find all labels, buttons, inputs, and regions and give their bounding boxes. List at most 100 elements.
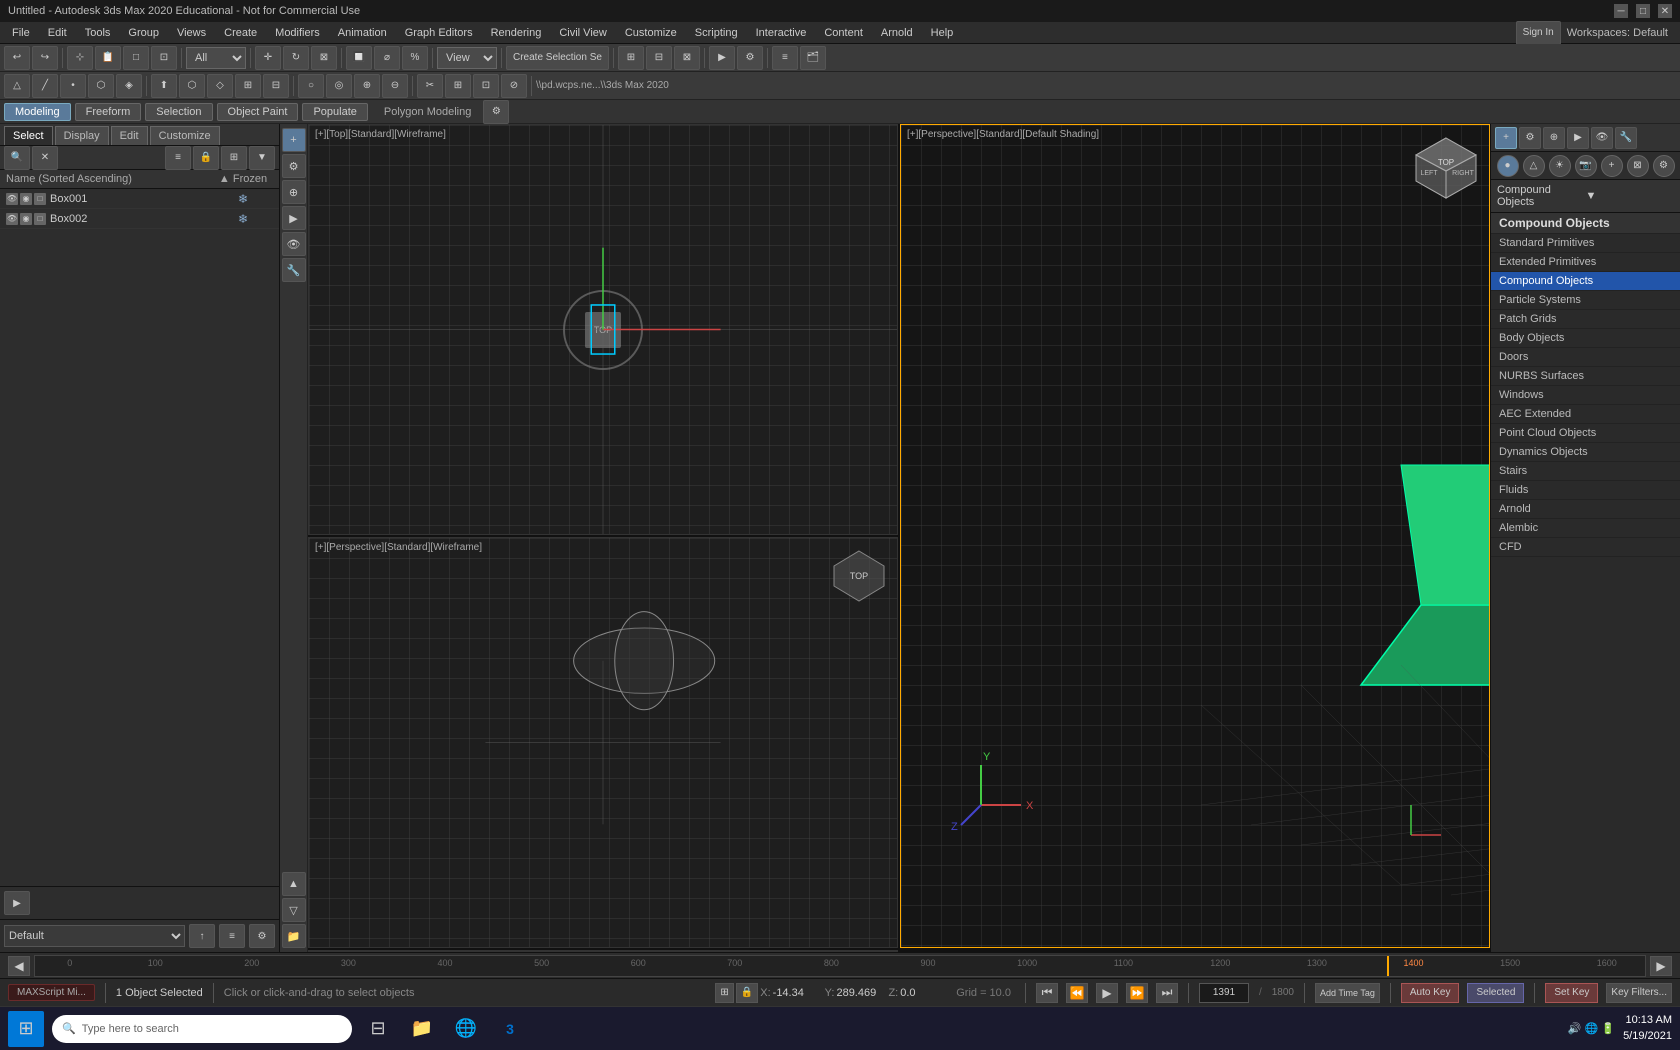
viewport-top[interactable]: [+][Top][Standard][Wireframe] TOP [308, 124, 898, 535]
search-bar[interactable]: 🔍 Type here to search [52, 1015, 352, 1043]
nav-shape-icon[interactable]: △ [1523, 155, 1545, 177]
modify-icon-btn[interactable]: ⚙ [282, 154, 306, 178]
element-button[interactable]: ◈ [116, 74, 142, 98]
cat-doors[interactable]: Doors [1491, 348, 1680, 367]
cat-stairs[interactable]: Stairs [1491, 462, 1680, 481]
nav-helper-icon[interactable]: + [1601, 155, 1623, 177]
create-panel-icon[interactable]: + [1495, 127, 1517, 149]
hierarchy-panel-icon[interactable]: ⊕ [1543, 127, 1565, 149]
mirror-button[interactable]: ⊟ [646, 46, 672, 70]
menu-content[interactable]: Content [816, 25, 871, 41]
polygon-button[interactable]: △ [4, 74, 30, 98]
viewport-perspective-main[interactable]: [+][Perspective][Standard][Default Shadi… [900, 124, 1490, 948]
create-selection-button[interactable]: Create Selection Se [506, 46, 609, 70]
loop-button[interactable]: ○ [298, 74, 324, 98]
cat-compound-objects[interactable]: Compound Objects [1491, 272, 1680, 291]
cat-patch-grids[interactable]: Patch Grids [1491, 310, 1680, 329]
se-tab-display[interactable]: Display [55, 126, 109, 145]
percent-snap-button[interactable]: % [402, 46, 428, 70]
nav-systems-icon[interactable]: ⚙ [1653, 155, 1675, 177]
anim-start-btn[interactable]: ⏮ [1036, 983, 1058, 1003]
layer-mgr-button[interactable]: ≡ [219, 924, 245, 948]
quickslice-button[interactable]: ⊘ [501, 74, 527, 98]
hierarchy-icon-btn[interactable]: ⊕ [282, 180, 306, 204]
layer-settings-button[interactable]: ⚙ [249, 924, 275, 948]
ring-button[interactable]: ◎ [326, 74, 352, 98]
scene-search-button[interactable]: 🔍 [4, 146, 30, 170]
motion-icon-btn[interactable]: ▶ [282, 206, 306, 230]
modeling-options-button[interactable]: ⚙ [483, 100, 509, 124]
undo-button[interactable]: ↩ [4, 46, 30, 70]
cat-alembic[interactable]: Alembic [1491, 519, 1680, 538]
bridge-button[interactable]: ⊟ [263, 74, 289, 98]
viewport-perspective-top[interactable]: [+][Perspective][Standard][Wireframe] TO… [308, 537, 898, 948]
nav-prev-button[interactable]: ◀ [8, 956, 30, 976]
menu-interactive[interactable]: Interactive [748, 25, 815, 41]
close-button[interactable]: ✕ [1658, 4, 1672, 18]
create-icon-btn[interactable]: + [282, 128, 306, 152]
scene-lock-button[interactable]: 🔒 [193, 146, 219, 170]
redo-button[interactable]: ↪ [32, 46, 58, 70]
menu-tools[interactable]: Tools [77, 25, 119, 41]
maximize-button[interactable]: □ [1636, 4, 1650, 18]
menu-create[interactable]: Create [216, 25, 265, 41]
menu-civil-view[interactable]: Civil View [551, 25, 614, 41]
align-button[interactable]: ⊞ [618, 46, 644, 70]
window-crossing-button[interactable]: ⊡ [151, 46, 177, 70]
coord-mode-btn[interactable]: ⊞ [715, 983, 733, 1003]
edge-button[interactable]: ╱ [32, 74, 58, 98]
layer-manager-button[interactable]: ≡ [772, 46, 798, 70]
select-by-name-button[interactable]: 📋 [95, 46, 121, 70]
cat-extended-primitives[interactable]: Extended Primitives [1491, 253, 1680, 272]
cat-arnold[interactable]: Arnold [1491, 500, 1680, 519]
se-tab-edit[interactable]: Edit [111, 126, 148, 145]
filter-icon-btn[interactable]: ▽ [282, 898, 306, 922]
anim-prev-btn[interactable]: ⏪ [1066, 983, 1088, 1003]
expand-button[interactable]: ▶ [4, 891, 30, 915]
scene-close-button[interactable]: ✕ [32, 146, 58, 170]
motion-panel-icon[interactable]: ▶ [1567, 127, 1589, 149]
cat-standard-primitives[interactable]: Standard Primitives [1491, 234, 1680, 253]
task-view-button[interactable]: ⊟ [360, 1011, 396, 1047]
cat-windows[interactable]: Windows [1491, 386, 1680, 405]
viewport-orthographic[interactable]: [+][Orthographic][Standard][Wireframe] [308, 950, 898, 952]
auto-key-btn[interactable]: Auto Key [1401, 983, 1460, 1003]
category-dropdown[interactable]: Compound Objects ▼ [1491, 180, 1680, 213]
taskbar-3dsmax-icon[interactable]: 3 [492, 1011, 528, 1047]
menu-arnold[interactable]: Arnold [873, 25, 921, 41]
target-weld-button[interactable]: ⊡ [473, 74, 499, 98]
se-tab-select[interactable]: Select [4, 126, 53, 145]
scene-item-box002[interactable]: 👁 ◉ □ Box002 ❄ [0, 209, 279, 229]
key-filters-btn[interactable]: Key Filters... [1606, 983, 1672, 1003]
modify-panel-icon[interactable]: ⚙ [1519, 127, 1541, 149]
tab-populate[interactable]: Populate [302, 103, 367, 121]
cat-cfd[interactable]: CFD [1491, 538, 1680, 557]
cat-aec-extended[interactable]: AEC Extended [1491, 405, 1680, 424]
cat-point-cloud[interactable]: Point Cloud Objects [1491, 424, 1680, 443]
utilities-icon-btn[interactable]: 🔧 [282, 258, 306, 282]
add-time-tag-btn[interactable]: Add Time Tag [1315, 983, 1380, 1003]
display-panel-icon[interactable]: 👁 [1591, 127, 1613, 149]
menu-modifiers[interactable]: Modifiers [267, 25, 328, 41]
menu-rendering[interactable]: Rendering [483, 25, 550, 41]
layer-dropdown[interactable]: Default [4, 925, 185, 947]
selected-btn[interactable]: Selected [1467, 983, 1524, 1003]
filter-dropdown[interactable]: All [186, 47, 246, 69]
frame-input[interactable] [1199, 983, 1249, 1003]
extrude-button[interactable]: ⬆ [151, 74, 177, 98]
menu-file[interactable]: File [4, 25, 38, 41]
menu-customize[interactable]: Customize [617, 25, 685, 41]
cat-particle-systems[interactable]: Particle Systems [1491, 291, 1680, 310]
timeline-ruler[interactable]: 0 100 200 300 400 500 600 700 800 900 10… [34, 955, 1646, 977]
minimize-button[interactable]: ─ [1614, 4, 1628, 18]
inset-button[interactable]: ⊞ [235, 74, 261, 98]
anim-next-btn[interactable]: ⏩ [1126, 983, 1148, 1003]
scene-sort-button[interactable]: ⊞ [221, 146, 247, 170]
se-tab-customize[interactable]: Customize [150, 126, 220, 145]
border-button[interactable]: ⬡ [88, 74, 114, 98]
select-object-button[interactable]: ⊹ [67, 46, 93, 70]
connect-button[interactable]: ⊞ [445, 74, 471, 98]
anim-end-btn[interactable]: ⏭ [1156, 983, 1178, 1003]
scene-view-button[interactable]: ≡ [165, 146, 191, 170]
set-key-btn[interactable]: Set Key [1545, 983, 1598, 1003]
